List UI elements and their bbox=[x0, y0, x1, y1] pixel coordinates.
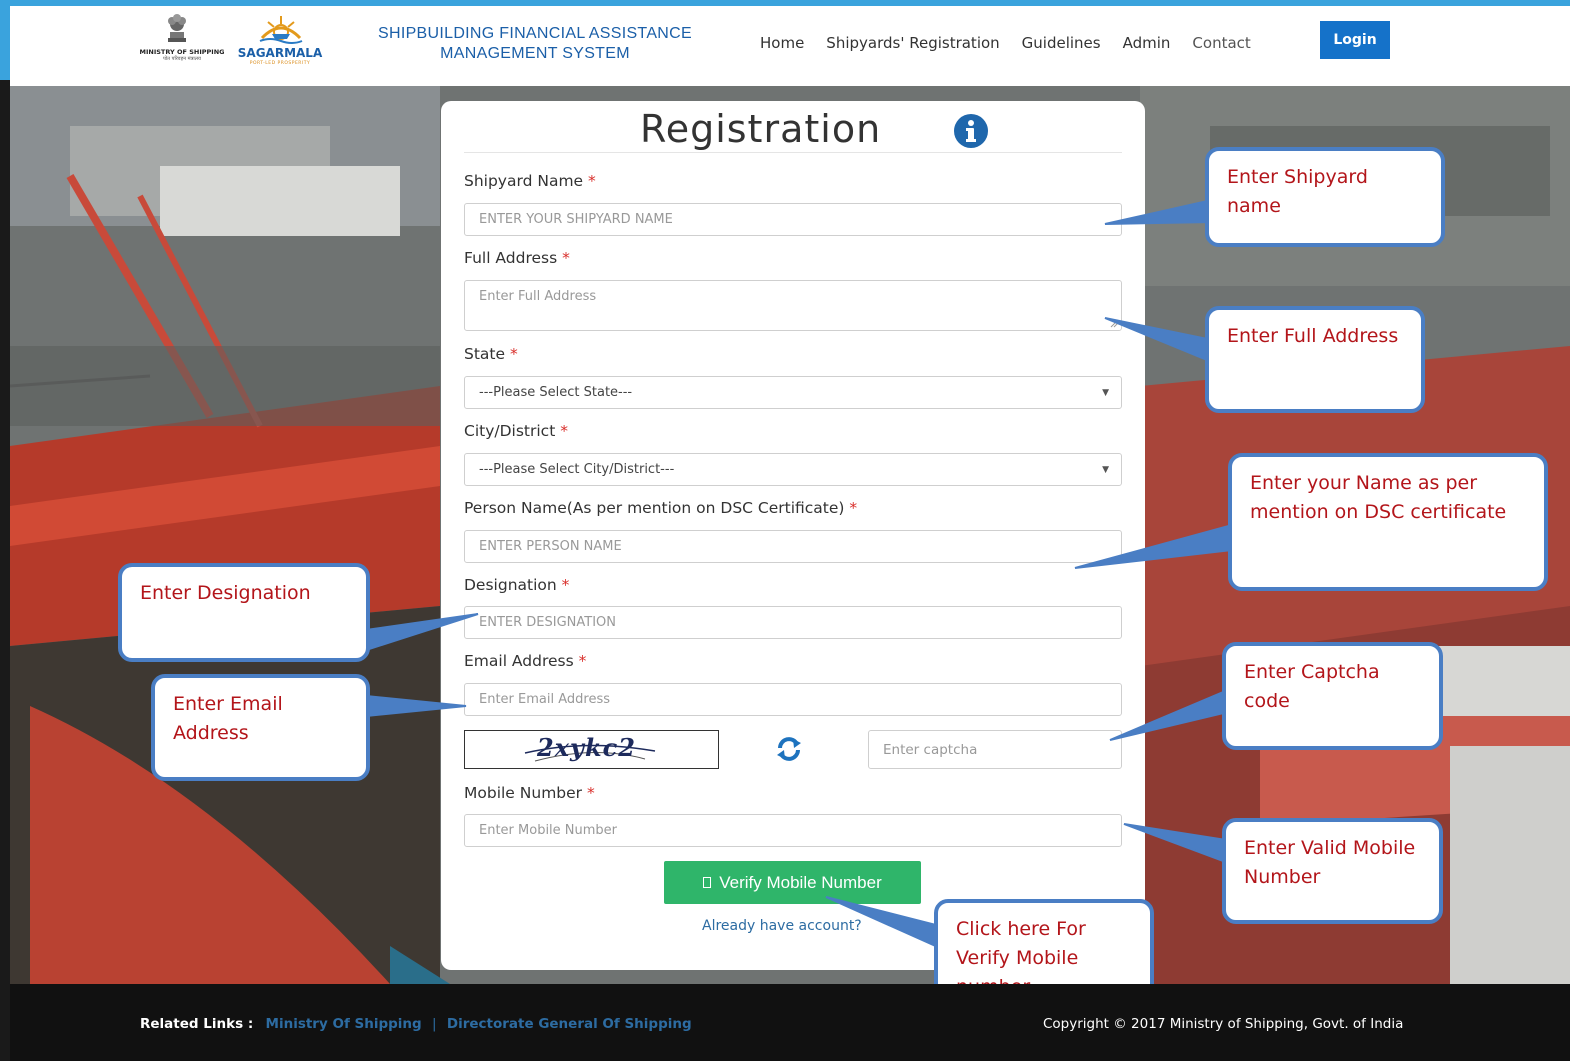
footer-link-ministry[interactable]: Ministry Of Shipping bbox=[266, 1016, 422, 1032]
captcha-placeholder: Enter captcha bbox=[883, 741, 978, 758]
resize-grip-icon[interactable] bbox=[1109, 318, 1119, 328]
person-name-label: Person Name(As per mention on DSC Certif… bbox=[464, 499, 857, 517]
required-mark: * bbox=[849, 499, 858, 517]
app-title-line1: SHIPBUILDING FINANCIAL ASSISTANCE bbox=[378, 25, 692, 42]
city-district-select-value: ---Please Select City/District--- bbox=[479, 462, 675, 477]
sagarmala-logo-text: SAGARMALA bbox=[237, 46, 323, 60]
footer-link-dg-shipping[interactable]: Directorate General Of Shipping bbox=[447, 1016, 692, 1032]
ministry-logo-subtext: पोत परिवहन मंत्रालय bbox=[163, 56, 201, 62]
email-label: Email Address * bbox=[464, 652, 586, 670]
city-district-select[interactable]: ---Please Select City/District--- ▼ bbox=[464, 453, 1122, 486]
ship-wheel-icon bbox=[259, 16, 303, 44]
callout-shipyard-text: Enter Shipyard name bbox=[1227, 166, 1368, 217]
left-accent-strip bbox=[0, 0, 10, 80]
callout-email: Enter Email Address bbox=[151, 674, 370, 781]
already-have-account-link[interactable]: Already have account? bbox=[702, 918, 862, 934]
callout-mobile-text: Enter Valid Mobile Number bbox=[1244, 837, 1416, 888]
sagarmala-logo[interactable]: SAGARMALA PORT-LED PROSPERITY bbox=[230, 10, 330, 70]
mobile-input[interactable]: Enter Mobile Number bbox=[464, 814, 1122, 847]
callout-designation-text: Enter Designation bbox=[140, 582, 311, 604]
email-placeholder: Enter Email Address bbox=[479, 692, 610, 707]
person-name-label-text: Person Name(As per mention on DSC Certif… bbox=[464, 499, 845, 517]
related-links-label: Related Links : bbox=[140, 1016, 254, 1032]
verify-mobile-label: Verify Mobile Number bbox=[719, 872, 882, 892]
required-mark: * bbox=[509, 345, 518, 363]
shipyard-name-placeholder: ENTER YOUR SHIPYARD NAME bbox=[479, 212, 673, 227]
main-nav: Home Shipyards' Registration Guidelines … bbox=[760, 26, 1273, 60]
callout-person-name: Enter your Name as per mention on DSC ce… bbox=[1228, 453, 1548, 591]
designation-label: Designation * bbox=[464, 576, 569, 594]
state-select[interactable]: ---Please Select State--- ▼ bbox=[464, 376, 1122, 409]
nav-shipyards-registration[interactable]: Shipyards' Registration bbox=[826, 34, 999, 52]
page-title: Registration bbox=[640, 107, 882, 151]
required-mark: * bbox=[561, 576, 570, 594]
mobile-label-text: Mobile Number bbox=[464, 784, 583, 802]
dropdown-caret-icon: ▼ bbox=[1102, 387, 1109, 398]
national-emblem-icon bbox=[168, 14, 186, 42]
app-title: SHIPBUILDING FINANCIAL ASSISTANCE MANAGE… bbox=[345, 24, 725, 64]
required-mark: * bbox=[562, 249, 570, 267]
state-label: State * bbox=[464, 345, 518, 363]
captcha-input[interactable]: Enter captcha bbox=[868, 730, 1122, 769]
required-mark: * bbox=[578, 652, 587, 670]
state-select-value: ---Please Select State--- bbox=[479, 385, 633, 400]
shipyard-name-label-text: Shipyard Name bbox=[464, 172, 584, 190]
info-icon[interactable] bbox=[953, 113, 989, 149]
shipyard-name-label: Shipyard Name * bbox=[464, 172, 596, 190]
title-divider bbox=[464, 152, 1122, 153]
designation-input[interactable]: ENTER DESIGNATION bbox=[464, 606, 1122, 639]
refresh-captcha-icon[interactable] bbox=[775, 735, 803, 763]
ministry-logo[interactable]: MINISTRY OF SHIPPING पोत परिवहन मंत्रालय bbox=[132, 12, 232, 68]
callout-person-text: Enter your Name as per mention on DSC ce… bbox=[1250, 472, 1507, 523]
state-label-text: State bbox=[464, 345, 506, 363]
mobile-label: Mobile Number * bbox=[464, 784, 595, 802]
required-mark: * bbox=[586, 784, 595, 802]
nav-guidelines[interactable]: Guidelines bbox=[1022, 34, 1101, 52]
required-mark: * bbox=[560, 422, 568, 440]
callout-address-text: Enter Full Address bbox=[1227, 325, 1399, 347]
callout-full-address: Enter Full Address bbox=[1205, 306, 1425, 413]
callout-designation: Enter Designation bbox=[118, 563, 370, 662]
person-name-placeholder: ENTER PERSON NAME bbox=[479, 539, 622, 554]
shipyard-name-input[interactable]: ENTER YOUR SHIPYARD NAME bbox=[464, 203, 1122, 236]
full-address-placeholder: Enter Full Address bbox=[479, 289, 597, 304]
email-input[interactable]: Enter Email Address bbox=[464, 683, 1122, 716]
mobile-placeholder: Enter Mobile Number bbox=[479, 823, 618, 838]
designation-placeholder: ENTER DESIGNATION bbox=[479, 615, 616, 630]
captcha-text: 2xykc2 bbox=[537, 733, 636, 762]
full-address-textarea[interactable]: Enter Full Address bbox=[464, 280, 1122, 331]
ministry-logo-text: MINISTRY OF SHIPPING bbox=[139, 48, 225, 56]
full-address-label-text: Full Address bbox=[464, 249, 558, 267]
related-links: Related Links : Ministry Of Shipping | D… bbox=[140, 1016, 692, 1032]
verify-mobile-button[interactable]: Verify Mobile Number bbox=[664, 861, 921, 904]
person-name-input[interactable]: ENTER PERSON NAME bbox=[464, 530, 1122, 563]
footer-link-separator: | bbox=[432, 1016, 437, 1032]
dropdown-caret-icon: ▼ bbox=[1102, 464, 1109, 475]
callout-captcha: Enter Captcha code bbox=[1222, 642, 1443, 750]
app-title-line2: MANAGEMENT SYSTEM bbox=[440, 45, 630, 62]
required-mark: * bbox=[588, 172, 596, 190]
nav-contact[interactable]: Contact bbox=[1192, 34, 1250, 52]
email-label-text: Email Address bbox=[464, 652, 574, 670]
nav-admin[interactable]: Admin bbox=[1123, 34, 1171, 52]
sagarmala-tagline: PORT-LED PROSPERITY bbox=[249, 61, 311, 66]
nav-home[interactable]: Home bbox=[760, 34, 804, 52]
callout-email-text: Enter Email Address bbox=[173, 693, 283, 744]
mobile-phone-icon bbox=[703, 877, 712, 888]
callout-shipyard-name: Enter Shipyard name bbox=[1205, 147, 1445, 247]
city-district-label-text: City/District bbox=[464, 422, 556, 440]
login-button[interactable]: Login bbox=[1320, 21, 1390, 59]
city-district-label: City/District * bbox=[464, 422, 568, 440]
callout-captcha-text: Enter Captcha code bbox=[1244, 661, 1380, 712]
full-address-label: Full Address * bbox=[464, 249, 570, 267]
designation-label-text: Designation bbox=[464, 576, 557, 594]
callout-mobile: Enter Valid Mobile Number bbox=[1222, 818, 1443, 924]
copyright-text: Copyright © 2017 Ministry of Shipping, G… bbox=[1043, 1016, 1404, 1032]
